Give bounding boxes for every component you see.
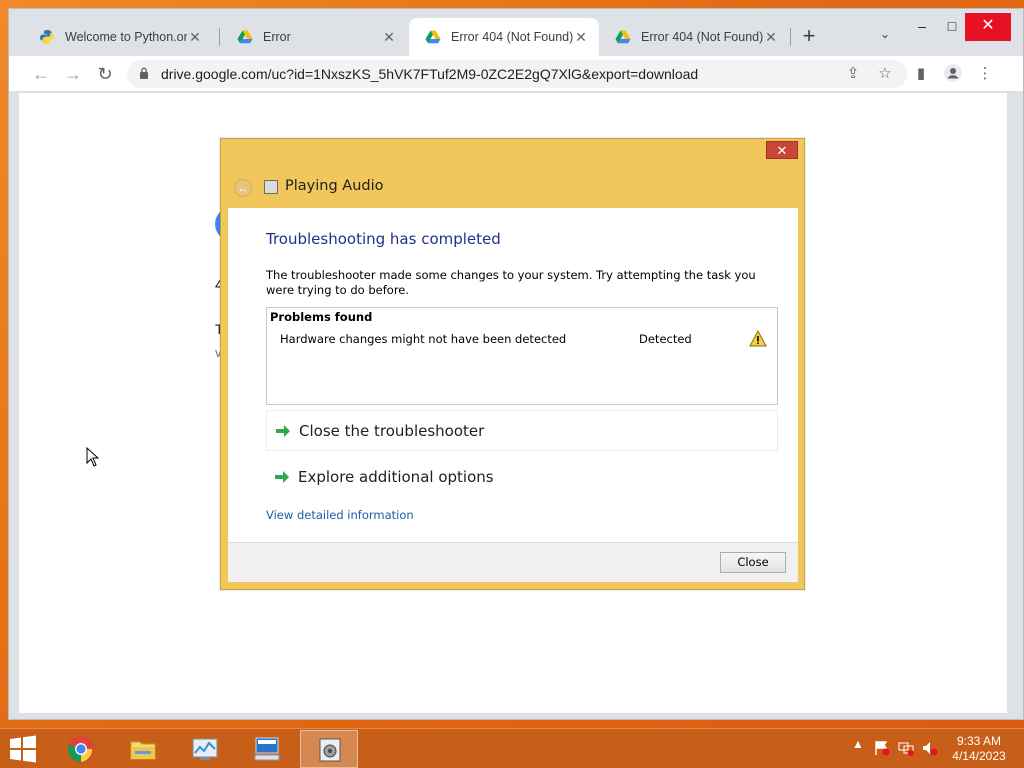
dialog-heading: Troubleshooting has completed [266, 230, 501, 248]
tab-error-404-active[interactable]: Error 404 (Not Found)!! ✕ [409, 18, 599, 56]
volume-muted-icon[interactable] [922, 737, 938, 759]
chrome-icon [68, 736, 94, 763]
problems-header: Problems found [270, 310, 373, 324]
clock-time: 9:33 AM [956, 734, 1002, 748]
tab-close-icon[interactable]: ✕ [187, 29, 203, 46]
problems-list: Problems found Hardware changes might no… [266, 307, 778, 405]
system-clock[interactable]: 9:33 AM 4/14/2023 [944, 734, 1014, 764]
dialog-body: Troubleshooting has completed The troubl… [228, 208, 798, 582]
dialog-description: The troubleshooter made some changes to … [266, 268, 756, 297]
tab-close-icon[interactable]: ✕ [763, 29, 779, 46]
action-center-flag-icon[interactable] [874, 737, 890, 759]
browser-toolbar: ← → ↻ drive.google.com/uc?id=1NxszKS_5hV… [9, 56, 1023, 92]
troubleshooter-dialog: ✕ ← Playing Audio Troubleshooting has co… [220, 138, 805, 590]
minimize-button[interactable]: – [905, 13, 939, 41]
tab-error[interactable]: Error ✕ [221, 18, 407, 56]
share-icon[interactable]: ⇪ [843, 64, 863, 84]
explore-options-option[interactable]: Explore additional options [266, 457, 778, 498]
bookmark-star-icon[interactable]: ☆ [875, 64, 895, 84]
tab-title: Error 404 (Not Found)!! [641, 30, 763, 44]
reload-icon[interactable]: ↻ [91, 60, 119, 88]
remote-desktop-icon [254, 737, 280, 761]
back-arrow-icon[interactable]: ← [27, 60, 55, 88]
clock-date: 4/14/2023 [952, 749, 1006, 763]
new-tab-button[interactable]: + [797, 25, 821, 49]
close-troubleshooter-option[interactable]: Close the troubleshooter [266, 410, 778, 451]
taskbar-troubleshooter[interactable] [300, 730, 358, 768]
warning-icon [749, 330, 767, 347]
maximize-button[interactable]: □ [935, 13, 969, 41]
tab-search-chevron-icon[interactable]: ⌄ [875, 27, 895, 47]
profile-avatar-icon[interactable] [943, 64, 963, 84]
google-drive-icon [615, 30, 631, 44]
tab-title: Error 404 (Not Found)!! [451, 30, 573, 44]
view-detailed-information-link[interactable]: View detailed information [266, 508, 414, 522]
option-label: Close the troubleshooter [299, 422, 485, 440]
option-label: Explore additional options [298, 468, 494, 486]
dialog-title: Playing Audio [285, 178, 384, 194]
address-bar[interactable]: drive.google.com/uc?id=1NxszKS_5hVK7FTuf… [127, 60, 907, 88]
performance-monitor-icon [192, 738, 218, 760]
mouse-cursor-icon [86, 447, 100, 467]
green-arrow-icon [276, 425, 290, 437]
tab-title: Welcome to Python.org [65, 30, 187, 44]
dialog-close-button[interactable]: ✕ [766, 141, 798, 159]
tab-title: Error [263, 30, 291, 44]
forward-arrow-icon[interactable]: → [59, 60, 87, 88]
tab-separator [219, 28, 220, 46]
lock-icon [140, 67, 148, 79]
taskbar-performance-monitor[interactable] [176, 730, 234, 768]
file-explorer-icon [130, 741, 156, 760]
troubleshooter-icon [319, 738, 341, 762]
taskbar: ▲ 9:33 AM 4/14/2023 [0, 728, 1024, 768]
windows-start-icon[interactable] [8, 735, 38, 763]
taskbar-file-explorer[interactable] [114, 730, 172, 768]
menu-kebab-icon[interactable]: ⋮ [975, 64, 995, 84]
back-arrow-icon[interactable]: ← [234, 179, 252, 197]
tab-close-icon[interactable]: ✕ [381, 29, 397, 46]
tab-error-404[interactable]: Error 404 (Not Found)!! ✕ [599, 18, 789, 56]
taskbar-chrome[interactable] [52, 730, 110, 768]
google-drive-icon [425, 30, 441, 44]
tab-python[interactable]: Welcome to Python.org ✕ [23, 18, 213, 56]
close-button[interactable]: Close [720, 552, 786, 573]
tab-separator [790, 28, 791, 46]
url-text: drive.google.com/uc?id=1NxszKS_5hVK7FTuf… [161, 66, 699, 82]
side-panel-icon[interactable]: ▮ [911, 64, 931, 84]
google-drive-icon [237, 30, 253, 44]
network-icon[interactable] [898, 737, 914, 759]
python-icon [40, 30, 54, 44]
dialog-footer: Close [228, 542, 798, 582]
problem-name: Hardware changes might not have been det… [280, 332, 567, 346]
window-close-button[interactable]: ✕ [965, 13, 1011, 41]
green-arrow-icon [275, 471, 289, 483]
tab-close-icon[interactable]: ✕ [573, 29, 589, 46]
problem-row[interactable]: Hardware changes might not have been det… [267, 330, 777, 348]
show-hidden-icons-chevron-icon[interactable]: ▲ [852, 737, 864, 759]
problem-status: Detected [639, 332, 692, 346]
taskbar-remote-desktop[interactable] [238, 730, 296, 768]
troubleshooter-app-icon [264, 180, 278, 194]
tab-strip: Welcome to Python.org ✕ Error ✕ Error 40… [9, 9, 1023, 56]
